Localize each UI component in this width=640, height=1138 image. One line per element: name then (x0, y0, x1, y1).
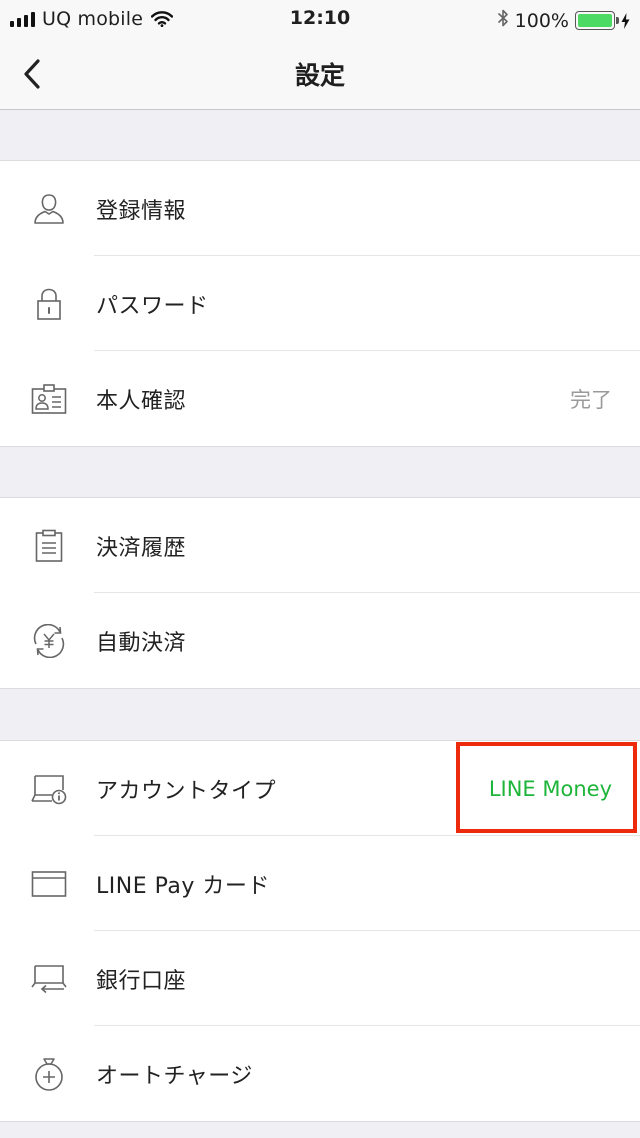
account-type-value: LINE Money (488, 776, 612, 801)
page-title: 設定 (294, 61, 345, 90)
moneybag-plus-icon (30, 1057, 68, 1091)
battery-icon (575, 11, 619, 30)
settings-item-line-pay-card[interactable]: LINE Pay カード (0, 836, 640, 931)
person-icon (30, 192, 68, 226)
account-info-icon (30, 772, 68, 806)
battery-fill (578, 14, 612, 27)
settings-item-auto-charge[interactable]: オートチャージ (0, 1026, 640, 1121)
settings-item-label: 登録情報 (96, 198, 187, 224)
battery-cap (616, 17, 619, 24)
nav-bar: 設定 (0, 40, 640, 110)
settings-item-password[interactable]: パスワード (0, 256, 640, 351)
status-right: 100% (497, 8, 630, 33)
settings-item-account-type[interactable]: アカウントタイプ LINE Money (0, 741, 640, 836)
settings-item-auto-payment[interactable]: 自動決済 (0, 593, 640, 688)
bluetooth-icon (497, 8, 509, 33)
settings-item-label: 決済履歴 (96, 535, 187, 561)
settings-item-label: 本人確認 (96, 388, 187, 414)
settings-item-label: アカウントタイプ (96, 778, 277, 804)
verification-status: 完了 (570, 387, 612, 412)
settings-item-label: パスワード (96, 293, 209, 319)
charging-icon (621, 12, 630, 29)
settings-item-identity-verification[interactable]: 本人確認 完了 (0, 351, 640, 446)
settings-item-label: オートチャージ (96, 1063, 253, 1089)
card-icon (30, 867, 68, 901)
settings-item-label: 自動決済 (96, 630, 187, 656)
lock-icon (30, 287, 68, 321)
settings-item-registration-info[interactable]: 登録情報 (0, 161, 640, 256)
id-card-icon (30, 382, 68, 416)
bank-transfer-icon (30, 962, 68, 996)
settings-item-label: 銀行口座 (96, 968, 187, 994)
clipboard-icon (30, 529, 68, 563)
battery-percent: 100% (514, 9, 569, 32)
settings-section-account: 登録情報 パスワード 本人確認 完了 (0, 160, 640, 447)
settings-item-label: LINE Pay カード (96, 873, 270, 899)
status-bar: UQ mobile 12:10 100% (0, 0, 640, 40)
settings-section-payments: 決済履歴 自動決済 (0, 497, 640, 689)
settings-item-payment-history[interactable]: 決済履歴 (0, 498, 640, 593)
settings-item-bank-account[interactable]: 銀行口座 (0, 931, 640, 1026)
settings-section-funds: アカウントタイプ LINE Money LINE Pay カード 銀行口座 オー… (0, 740, 640, 1122)
yen-cycle-icon (30, 624, 68, 658)
